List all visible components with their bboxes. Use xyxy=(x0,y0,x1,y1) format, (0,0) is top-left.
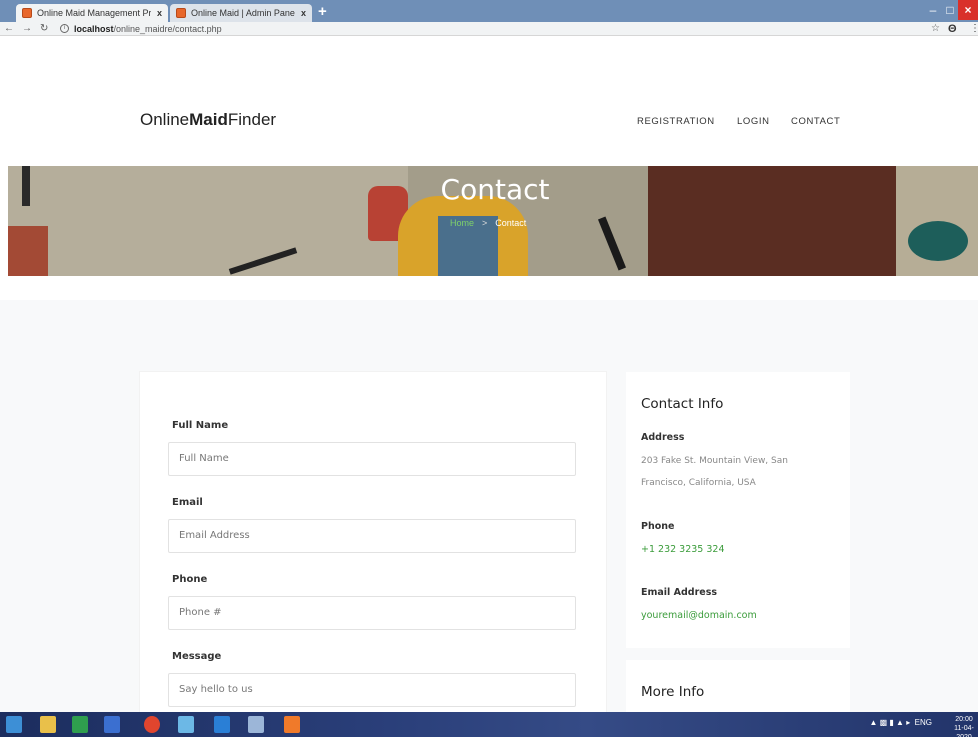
windows-start-icon[interactable] xyxy=(6,716,22,733)
nav-buttons: ← → ↻ xyxy=(4,22,48,36)
address-label: Address xyxy=(641,432,685,443)
window-close-icon[interactable]: × xyxy=(958,0,978,20)
new-tab-button[interactable]: + xyxy=(318,3,327,20)
os-taskbar: ▲ ▩ ▮ ▲ ▸ ENG 20:00 11-04-2020 xyxy=(0,712,978,737)
site-logo[interactable]: OnlineMaidFinder xyxy=(140,110,276,130)
notepad-icon[interactable] xyxy=(248,716,264,733)
tab-close-icon[interactable]: x xyxy=(301,8,306,18)
logo-bold: Maid xyxy=(189,110,228,129)
logo-prefix: Online xyxy=(140,110,190,129)
minimize-icon[interactable]: – xyxy=(926,0,940,20)
tab-title: Online Maid Management Proje xyxy=(37,8,151,18)
tab-admin-panel[interactable]: Online Maid | Admin Panel x xyxy=(170,4,312,22)
email-link[interactable]: youremail@domain.com xyxy=(641,610,757,621)
email-label: Email xyxy=(172,497,203,508)
tab-online-maid-management[interactable]: Online Maid Management Proje x xyxy=(16,4,168,22)
phone-link[interactable]: +1 232 3235 324 xyxy=(641,544,725,555)
system-tray: ▲ ▩ ▮ ▲ ▸ ENG xyxy=(870,718,933,727)
message-textarea[interactable]: Say hello to us xyxy=(168,673,576,707)
address-bar: ← → ↻ i localhost/online_maidre/contact.… xyxy=(0,22,978,36)
phone-input[interactable]: Phone # xyxy=(168,596,576,630)
forward-icon[interactable]: → xyxy=(22,22,32,36)
reload-icon[interactable]: ↻ xyxy=(40,22,48,36)
phone-info-label: Phone xyxy=(641,521,675,532)
contact-info-title: Contact Info xyxy=(641,396,724,412)
language-indicator[interactable]: ENG xyxy=(915,718,932,727)
phone-label: Phone xyxy=(172,574,208,585)
file-explorer-icon[interactable] xyxy=(40,716,56,733)
contact-info-card xyxy=(626,372,850,648)
star-icon[interactable]: ☆ xyxy=(931,22,940,36)
more-info-title: More Info xyxy=(641,684,705,700)
nav-contact[interactable]: CONTACT xyxy=(791,116,840,127)
clock-date: 11-04-2020 xyxy=(954,725,974,737)
url-path: /online_maidre/contact.php xyxy=(113,24,222,34)
favicon-icon xyxy=(22,8,32,18)
shield-icon[interactable] xyxy=(104,716,120,733)
store-icon[interactable] xyxy=(72,716,88,733)
profile-icon[interactable]: Θ xyxy=(948,22,957,36)
url-host: localhost xyxy=(74,24,114,34)
maximize-icon[interactable]: □ xyxy=(943,0,957,20)
taskbar-clock[interactable]: 20:00 11-04-2020 xyxy=(950,715,978,737)
full-name-label: Full Name xyxy=(172,420,229,431)
breadcrumb: Home > Contact xyxy=(450,218,526,228)
chrome-icon[interactable] xyxy=(144,716,160,733)
message-label: Message xyxy=(172,651,222,662)
menu-icon[interactable]: ⋮ xyxy=(970,22,978,36)
nav-login[interactable]: LOGIN xyxy=(737,116,770,127)
clock-time: 20:00 xyxy=(955,716,973,723)
tray-icons[interactable]: ▲ ▩ ▮ ▲ ▸ xyxy=(870,718,915,727)
breadcrumb-home[interactable]: Home xyxy=(450,218,474,228)
breadcrumb-current: Contact xyxy=(495,218,527,228)
tab-close-icon[interactable]: x xyxy=(157,8,162,18)
email-info-label: Email Address xyxy=(641,587,718,598)
info-icon[interactable]: i xyxy=(60,24,69,33)
xampp-icon[interactable] xyxy=(284,716,300,733)
email-input[interactable]: Email Address xyxy=(168,519,576,553)
address-line-1: 203 Fake St. Mountain View, San xyxy=(641,456,788,466)
nav-registration[interactable]: REGISTRATION xyxy=(637,116,715,127)
breadcrumb-separator: > xyxy=(482,218,488,228)
back-icon[interactable]: ← xyxy=(4,22,14,36)
browser-tab-strip: Online Maid Management Proje x Online Ma… xyxy=(0,0,978,22)
address-line-2: Francisco, California, USA xyxy=(641,478,756,488)
logo-suffix: Finder xyxy=(227,110,277,129)
url-field[interactable]: localhost/online_maidre/contact.php xyxy=(74,22,222,36)
app-icon[interactable] xyxy=(214,716,230,733)
full-name-input[interactable]: Full Name xyxy=(168,442,576,476)
photos-icon[interactable] xyxy=(178,716,194,733)
favicon-icon xyxy=(176,8,186,18)
tab-title: Online Maid | Admin Panel xyxy=(191,8,295,18)
page-title: Contact xyxy=(440,173,550,206)
